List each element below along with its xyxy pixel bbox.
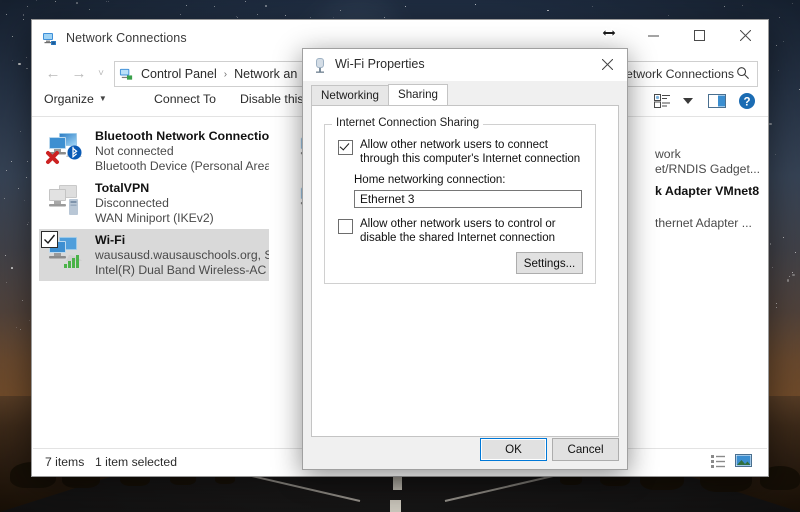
large-icons-view-icon[interactable] (735, 453, 755, 471)
dialog-close-button[interactable] (587, 49, 627, 79)
home-networking-label: Home networking connection: (354, 174, 506, 186)
preview-pane-icon[interactable] (705, 92, 729, 110)
allow-connect-label: Allow other network users to connect thr… (360, 139, 581, 165)
list-item-name: work (655, 147, 681, 161)
list-item[interactable]: TotalVPN Disconnected WAN Miniport (IKEv… (39, 177, 269, 229)
close-button[interactable] (722, 20, 768, 50)
network-connections-icon (42, 31, 58, 47)
view-dropdown-chevron-icon[interactable] (680, 92, 696, 110)
list-item[interactable]: work et/RNDIS Gadget... (655, 147, 760, 177)
list-item[interactable]: thernet Adapter ... (655, 216, 752, 231)
organize-button[interactable]: Organize ▼ (44, 92, 107, 106)
connect-to-button[interactable]: Connect To (154, 92, 216, 106)
item-checkbox[interactable] (41, 231, 58, 253)
allow-control-checkbox-row[interactable]: Allow other network users to control or … (338, 218, 583, 245)
list-item-wifi[interactable]: Wi-Fi wausausd.wausauschools.org, Sh... … (39, 229, 269, 281)
vpn-adapter-icon (45, 183, 91, 223)
search-input[interactable]: etwork Connections (626, 67, 734, 81)
bluetooth-icon (67, 145, 82, 165)
help-icon[interactable]: ? (735, 92, 759, 110)
chevron-down-icon: ▼ (98, 94, 107, 103)
list-item-name: Bluetooth Network Connection (95, 129, 269, 143)
home-networking-connection-select[interactable]: Ethernet 3 (354, 190, 582, 208)
group-label: Internet Connection Sharing (332, 117, 484, 129)
search-box[interactable]: etwork Connections (620, 61, 758, 87)
cancel-button[interactable]: Cancel (552, 438, 619, 461)
window-controls (630, 20, 768, 50)
svg-text:?: ? (743, 96, 750, 108)
list-item[interactable]: Bluetooth Network Connection Not connect… (39, 125, 269, 177)
change-view-icon[interactable] (652, 92, 674, 110)
list-item[interactable]: k Adapter VMnet8 (655, 184, 759, 199)
list-item-status: Disconnected (95, 196, 169, 210)
breadcrumb-control-panel[interactable]: Control Panel (138, 67, 220, 81)
sharing-tab-page: Internet Connection Sharing Allow other … (311, 105, 619, 437)
list-item-name: k Adapter VMnet8 (655, 184, 760, 198)
breadcrumb-separator[interactable]: › (220, 69, 231, 80)
search-icon[interactable] (736, 66, 750, 85)
list-item-status: wausausd.wausauschools.org, Sh... (95, 248, 269, 262)
minimize-button[interactable] (630, 20, 676, 50)
dialog-titlebar: Wi-Fi Properties (303, 49, 627, 82)
connections-column-left: Bluetooth Network Connection Not connect… (39, 125, 269, 281)
ok-button[interactable]: OK (480, 438, 547, 461)
wifi-signal-icon (63, 253, 82, 274)
tab-networking[interactable]: Networking (311, 85, 389, 105)
maximize-button[interactable] (676, 20, 722, 50)
list-item-device: Intel(R) Dual Band Wireless-AC 31... (95, 263, 269, 277)
list-item-name: TotalVPN (95, 181, 150, 195)
allow-control-checkbox[interactable] (338, 219, 353, 234)
allow-control-label: Allow other network users to control or … (360, 218, 556, 244)
item-count: 7 items (45, 455, 85, 469)
list-item-name: Wi-Fi (95, 233, 126, 247)
allow-connect-checkbox[interactable] (338, 140, 353, 155)
details-view-icon[interactable] (711, 453, 731, 471)
list-item-device: WAN Miniport (IKEv2) (95, 211, 214, 225)
list-item-device: thernet Adapter ... (655, 216, 752, 230)
dialog-tabstrip: Networking Sharing (311, 84, 448, 105)
allow-connect-checkbox-row[interactable]: Allow other network users to connect thr… (338, 139, 583, 166)
back-button[interactable]: ← (42, 62, 64, 84)
list-item-device: Bluetooth Device (Personal Area ... (95, 159, 269, 173)
network-properties-icon (313, 57, 327, 73)
selection-count: 1 item selected (95, 455, 177, 469)
window-title: Network Connections (66, 31, 187, 45)
dialog-title: Wi-Fi Properties (335, 57, 425, 71)
breadcrumb-network-and[interactable]: Network an (231, 67, 300, 81)
control-panel-icon (119, 67, 134, 82)
home-networking-value: Ethernet 3 (360, 192, 415, 206)
tab-sharing[interactable]: Sharing (388, 84, 448, 105)
wifi-properties-dialog[interactable]: Wi-Fi Properties Networking Sharing Inte… (302, 48, 628, 470)
list-item-device: et/RNDIS Gadget... (655, 162, 760, 176)
forward-button[interactable]: → (68, 62, 90, 84)
list-item-status: Not connected (95, 144, 174, 158)
settings-button[interactable]: Settings... (516, 252, 583, 274)
organize-label: Organize (44, 92, 94, 106)
